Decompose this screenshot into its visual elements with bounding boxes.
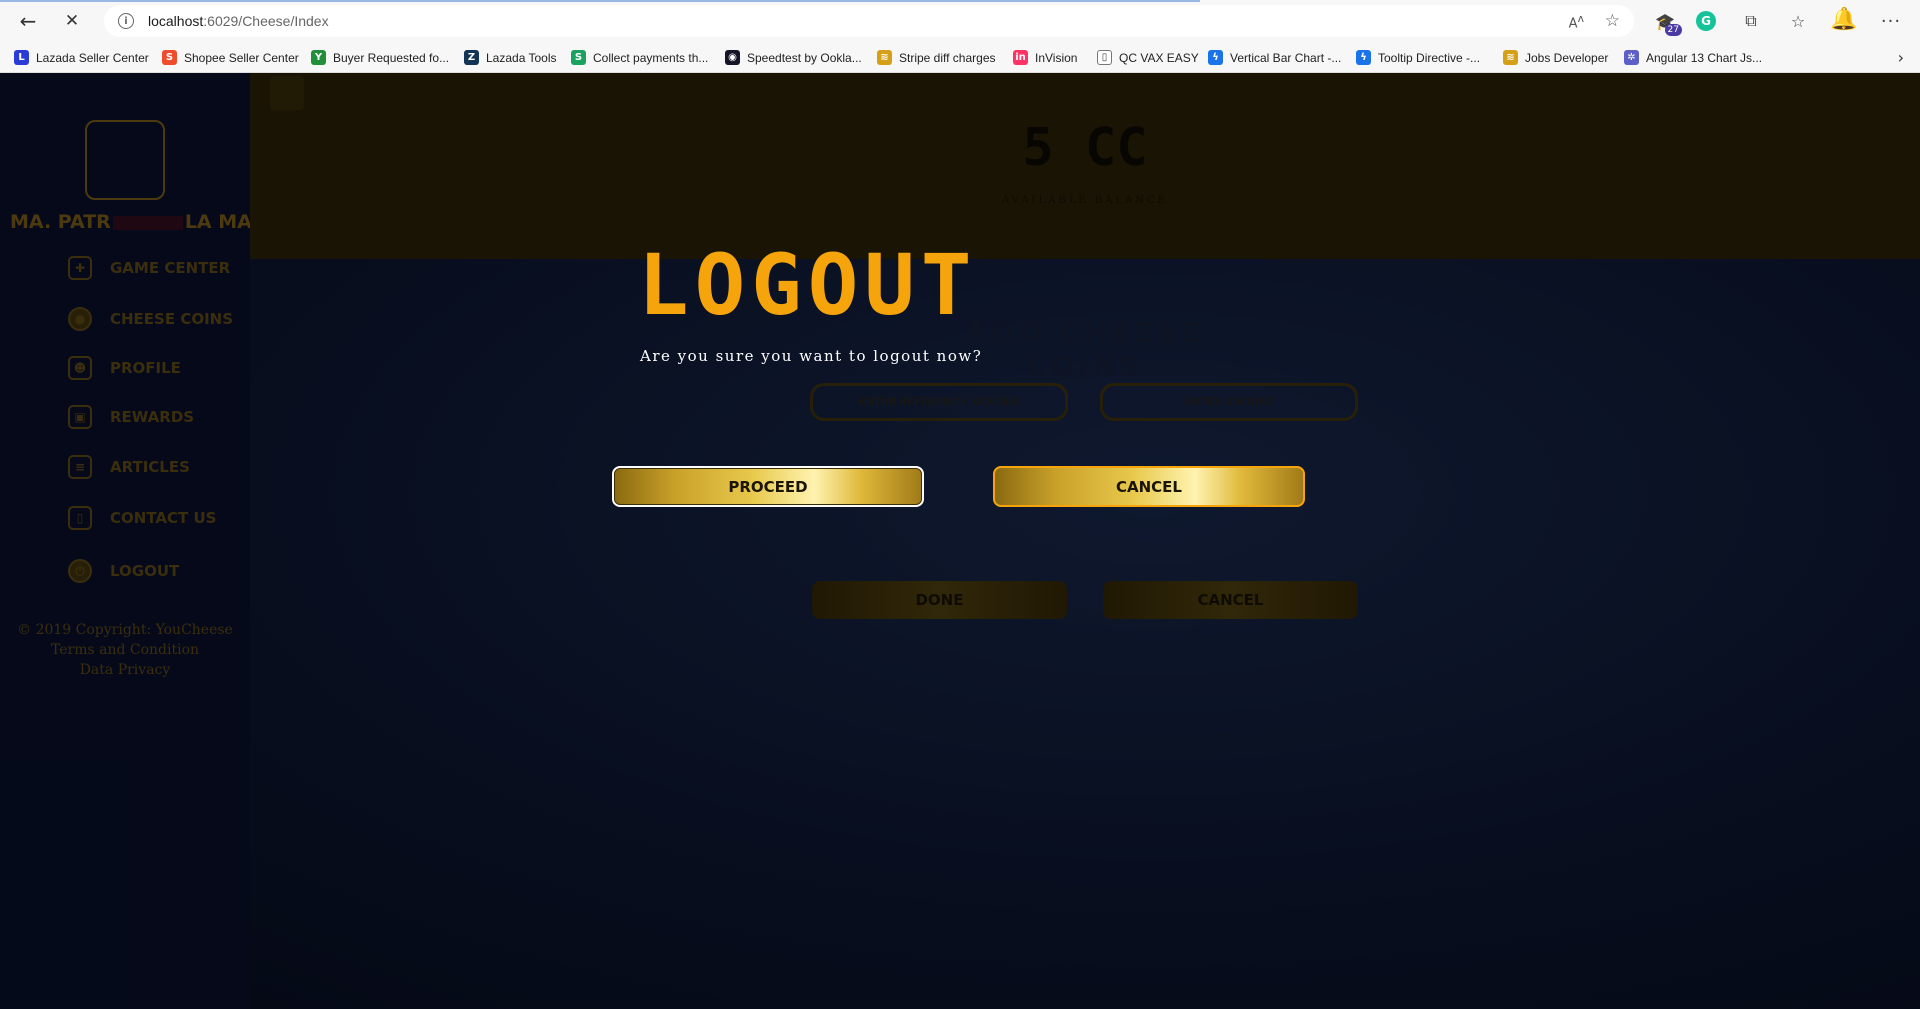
more-menu-icon[interactable]: ··· xyxy=(1880,10,1902,32)
bookmark-item[interactable]: ϟ Vertical Bar Chart -... xyxy=(1208,42,1341,73)
extensions-icon[interactable]: ⧉ xyxy=(1740,10,1762,32)
bookmark-label: InVision xyxy=(1035,50,1078,65)
bookmark-label: Stripe diff charges xyxy=(899,50,996,65)
bookmark-item[interactable]: S Shopee Seller Center xyxy=(162,42,299,73)
bookmark-icon: ✲ xyxy=(1624,50,1639,65)
bookmark-item[interactable]: ϟ Tooltip Directive -... xyxy=(1356,42,1480,73)
bookmark-icon: in xyxy=(1013,50,1028,65)
bookmark-label: Tooltip Directive -... xyxy=(1378,50,1481,65)
stop-loading-icon[interactable]: ✕ xyxy=(59,8,85,34)
bookmark-item[interactable]: S Collect payments th... xyxy=(571,42,708,73)
bookmark-label: Buyer Requested fo... xyxy=(333,50,450,65)
bookmark-item[interactable]: L Lazada Seller Center xyxy=(14,42,149,73)
url-text[interactable]: localhost:6029/Cheese/Index xyxy=(148,13,329,29)
bookmark-label: QC VAX EASY xyxy=(1119,50,1199,65)
chevron-right-icon[interactable]: › xyxy=(1898,48,1904,67)
proceed-button[interactable]: PROCEED xyxy=(612,466,924,507)
favorites-icon[interactable]: ☆ xyxy=(1787,10,1809,32)
bookmark-icon: S xyxy=(571,50,586,65)
modal-message: Are you sure you want to logout now? xyxy=(640,347,983,365)
bookmark-icon: ϟ xyxy=(1208,50,1223,65)
add-favorite-icon[interactable]: ☆ xyxy=(1605,11,1620,31)
browser-toolbar: ← ✕ i localhost:6029/Cheese/Index Aʌ ☆ 🎓… xyxy=(0,0,1920,42)
bookmarks-bar: L Lazada Seller Center S Shopee Seller Cen… xyxy=(0,42,1920,73)
address-bar[interactable]: i localhost:6029/Cheese/Index Aʌ ☆ xyxy=(104,5,1634,37)
bookmark-icon: ϟ xyxy=(1356,50,1371,65)
bookmark-label: Collect payments th... xyxy=(593,50,709,65)
bookmark-label: Lazada Tools xyxy=(486,50,557,65)
bell-extension-icon[interactable]: 🔔 xyxy=(1830,7,1857,32)
bookmark-label: Angular 13 Chart Js... xyxy=(1646,50,1763,65)
bookmark-label: Shopee Seller Center xyxy=(184,50,299,65)
bookmark-label: Vertical Bar Chart -... xyxy=(1230,50,1342,65)
bookmark-item[interactable]: ✲ Angular 13 Chart Js... xyxy=(1624,42,1762,73)
bookmark-icon: ≋ xyxy=(1503,50,1518,65)
modal-backdrop[interactable] xyxy=(0,73,1920,1009)
bookmark-label: Jobs Developer xyxy=(1525,50,1609,65)
bookmark-label: Lazada Seller Center xyxy=(36,50,149,65)
back-arrow-icon[interactable]: ← xyxy=(15,8,41,34)
read-aloud-icon[interactable]: Aʌ xyxy=(1569,12,1584,31)
site-info-icon[interactable]: i xyxy=(118,13,134,29)
url-path: :6029/Cheese/Index xyxy=(203,13,329,29)
page-content: MA. PATR LA MAE ✚ GAME CENTER ● CHEESE COIN… xyxy=(0,73,1920,1009)
bookmark-item[interactable]: ≋ Stripe diff charges xyxy=(877,42,996,73)
page-load-progress xyxy=(0,0,1200,2)
bookmark-icon: ≋ xyxy=(877,50,892,65)
bookmark-item[interactable]: ≋ Jobs Developer xyxy=(1503,42,1608,73)
bookmark-item[interactable]: in InVision xyxy=(1013,42,1077,73)
bookmark-icon: ▯ xyxy=(1097,50,1112,65)
modal-title: LOGOUT xyxy=(638,236,978,334)
cancel-button[interactable]: CANCEL xyxy=(993,466,1305,507)
bookmark-icon: S xyxy=(162,50,177,65)
bookmark-label: Speedtest by Ookla... xyxy=(747,50,862,65)
bookmark-icon: Z xyxy=(464,50,479,65)
bookmark-item[interactable]: ◉ Speedtest by Ookla... xyxy=(725,42,862,73)
bookmark-item[interactable]: ▯ QC VAX EASY xyxy=(1097,42,1199,73)
grammarly-extension-icon[interactable]: G xyxy=(1696,11,1716,31)
bookmark-icon: L xyxy=(14,50,29,65)
bookmark-item[interactable]: Y Buyer Requested fo... xyxy=(311,42,449,73)
extension-badge: 27 xyxy=(1664,24,1682,36)
bookmark-icon: ◉ xyxy=(725,50,740,65)
graduation-cap-extension-icon[interactable]: 🎓 27 xyxy=(1654,10,1682,36)
bookmark-icon: Y xyxy=(311,50,326,65)
url-host: localhost xyxy=(148,13,204,29)
bookmark-item[interactable]: Z Lazada Tools xyxy=(464,42,557,73)
